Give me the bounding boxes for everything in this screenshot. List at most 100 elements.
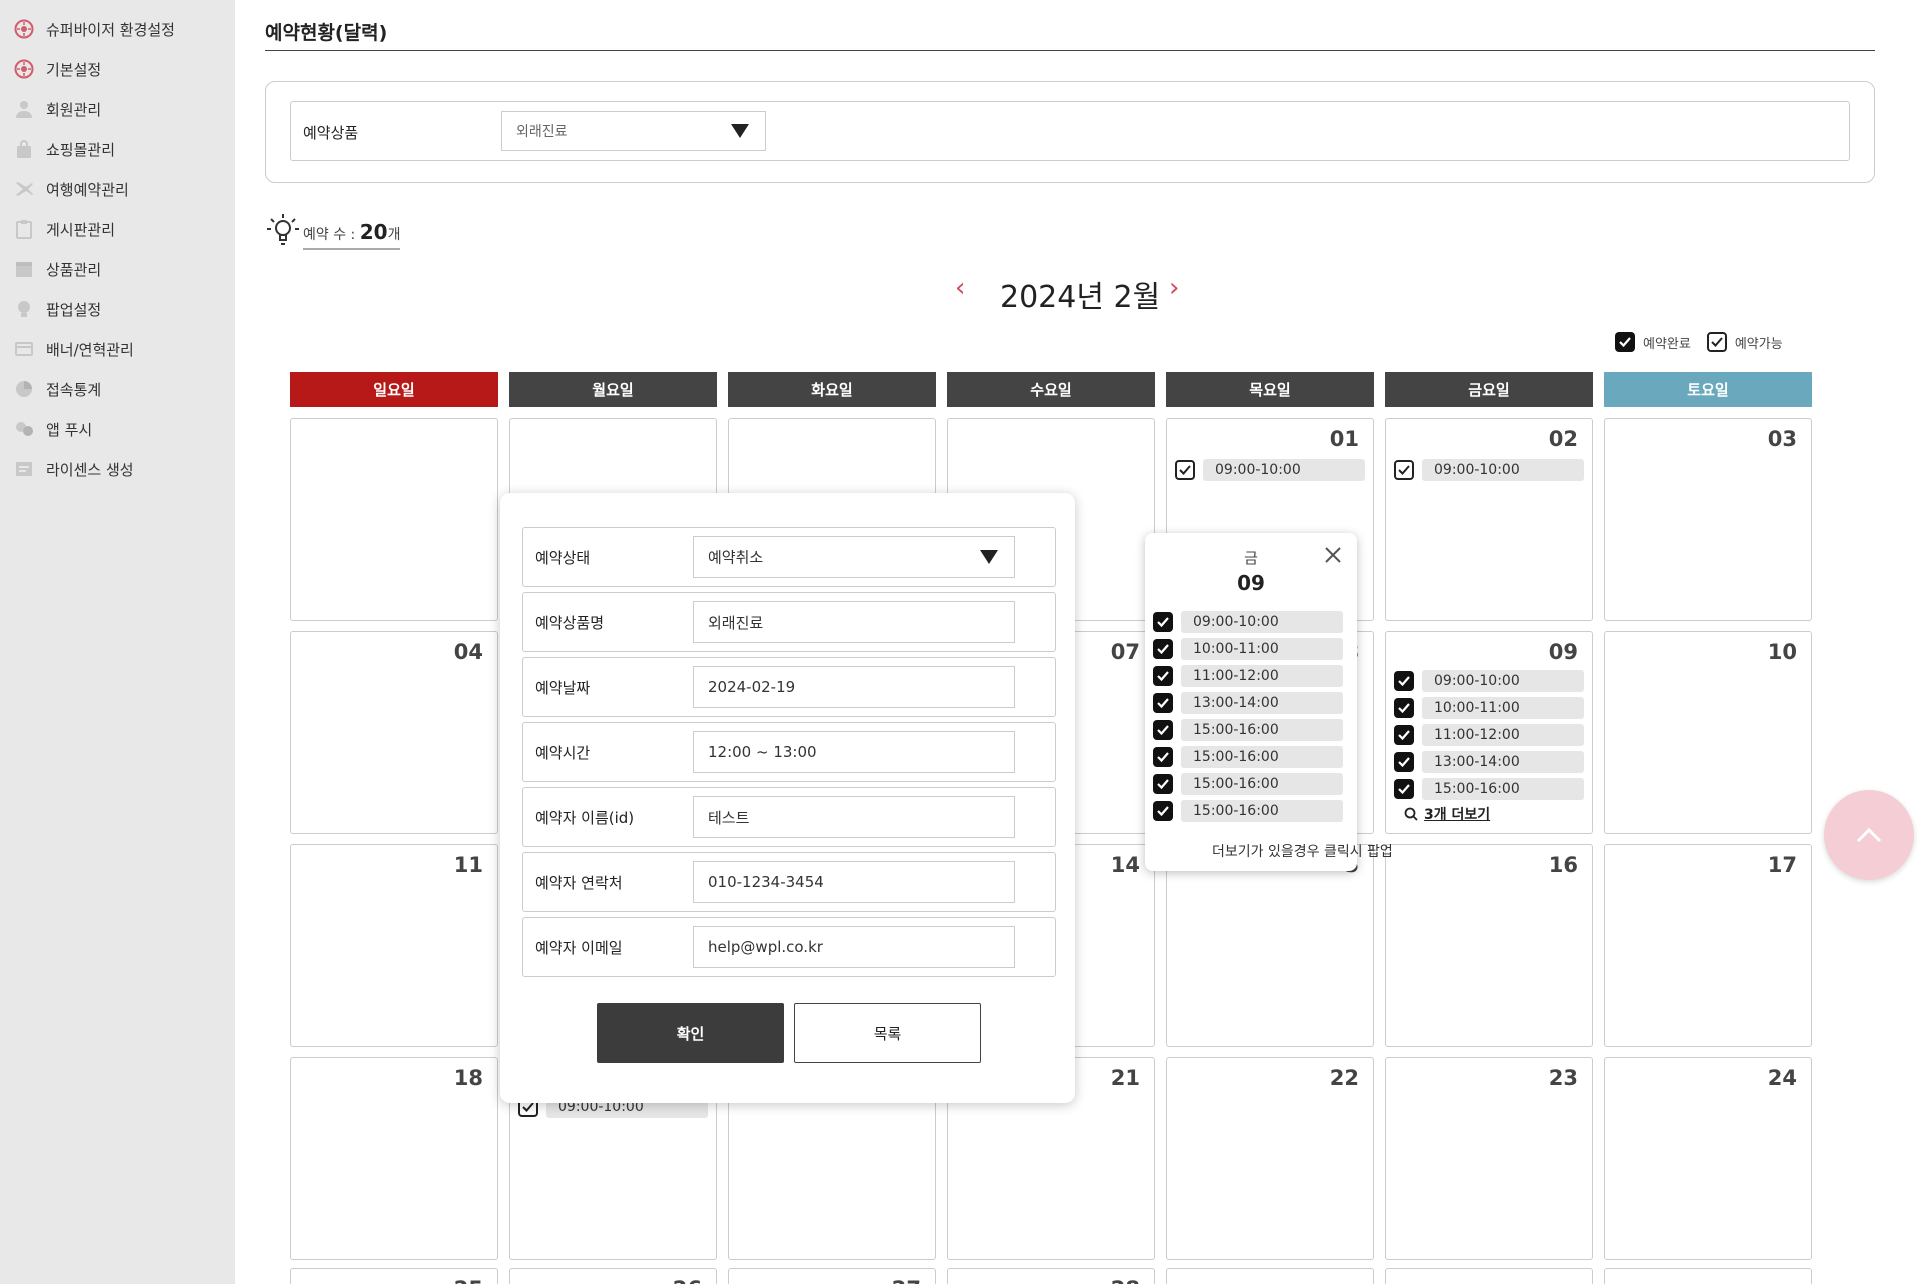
time-slot[interactable]: 09:00-10:00 (1394, 670, 1584, 692)
calendar-cell-04[interactable]: 04 (290, 631, 498, 834)
checkbox-filled-icon[interactable] (1153, 720, 1173, 740)
sidebar-item-label: 앱 푸시 (46, 420, 93, 439)
sidebar-item-supervisor-settings[interactable]: 슈퍼바이저 환경설정 (14, 17, 175, 41)
checkbox-filled-icon[interactable] (1153, 639, 1173, 659)
sidebar-item-products[interactable]: 상품관리 (14, 257, 101, 281)
bulb-icon (14, 299, 34, 319)
checkbox-filled-icon[interactable] (1394, 698, 1414, 718)
close-icon[interactable] (1323, 545, 1343, 565)
chevron-right-icon[interactable]: › (1169, 275, 1179, 301)
calendar-cell-empty (1385, 1268, 1593, 1284)
product-name-input[interactable]: 외래진료 (693, 601, 1015, 643)
calendar-cell-10[interactable]: 10 (1604, 631, 1812, 834)
sidebar-item-label: 상품관리 (46, 260, 102, 279)
time-slot[interactable]: 15:00-16:00 (1394, 778, 1584, 800)
status-select[interactable]: 예약취소 (693, 536, 1015, 578)
airplane-icon (14, 179, 34, 199)
calendar-cell-15[interactable]: 5 (1166, 844, 1374, 1047)
count-prefix: 예약 수 : (303, 227, 356, 243)
time-slot-label: 09:00-10:00 (1181, 611, 1343, 633)
day-number: 24 (1767, 1066, 1797, 1090)
checkbox-outline-icon[interactable] (1175, 460, 1195, 480)
popup-time-slot[interactable]: 15:00-16:00 (1153, 800, 1343, 822)
sidebar-item-travel[interactable]: 여행예약관리 (14, 177, 129, 201)
checkbox-filled-icon[interactable] (1153, 747, 1173, 767)
checkbox-filled-icon[interactable] (1153, 693, 1173, 713)
sidebar-item-label: 쇼핑몰관리 (46, 140, 116, 159)
popup-time-slot[interactable]: 13:00-14:00 (1153, 692, 1343, 714)
license-icon (14, 459, 34, 479)
sidebar-item-label: 팝업설정 (46, 300, 102, 319)
popup-time-slot[interactable]: 15:00-16:00 (1153, 773, 1343, 795)
scroll-top-button[interactable] (1824, 790, 1914, 880)
sidebar-item-members[interactable]: 회원관리 (14, 97, 101, 121)
checkbox-filled-icon[interactable] (1153, 666, 1173, 686)
calendar-cell-28[interactable]: 28 (947, 1268, 1155, 1284)
checkbox-filled-icon[interactable] (1394, 779, 1414, 799)
time-slot-label: 15:00-16:00 (1181, 800, 1343, 822)
time-slot[interactable]: 09:00-10:00 (1175, 459, 1365, 481)
product-select[interactable]: 외래진료 (501, 111, 766, 151)
popup-time-slot[interactable]: 10:00-11:00 (1153, 638, 1343, 660)
calendar-cell-25[interactable]: 25 (290, 1268, 498, 1284)
calendar-cell-26[interactable]: 26 (509, 1268, 717, 1284)
day-number: 27 (892, 1277, 921, 1284)
calendar-cell-18[interactable]: 18 (290, 1057, 498, 1260)
chevron-left-icon[interactable]: ‹ (955, 275, 965, 301)
calendar-cell-27[interactable]: 27 (728, 1268, 936, 1284)
time-input[interactable]: 12:00 ~ 13:00 (693, 731, 1015, 773)
day-number: 14 (1110, 853, 1140, 877)
calendar-cell-17[interactable]: 17 (1604, 844, 1812, 1047)
more-slots-link[interactable]: 3개 더보기 (1404, 804, 1490, 824)
calendar-cell-24[interactable]: 24 (1604, 1057, 1812, 1260)
checkbox-filled-icon[interactable] (1153, 801, 1173, 821)
calendar-cell-09[interactable]: 09 09:00-10:00 10:00-11:00 11:00-12:00 1… (1385, 631, 1593, 834)
calendar-cell-03[interactable]: 03 (1604, 418, 1812, 621)
day-number: 04 (453, 640, 483, 664)
sidebar-item-license[interactable]: 라이센스 생성 (14, 457, 134, 481)
calendar-cell-23[interactable]: 23 (1385, 1057, 1593, 1260)
form-row-time: 예약시간 12:00 ~ 13:00 (522, 722, 1056, 782)
sidebar-item-popup[interactable]: 팝업설정 (14, 297, 101, 321)
form-label: 예약상태 (535, 549, 591, 567)
time-slot-label: 09:00-10:00 (1203, 459, 1365, 481)
list-button[interactable]: 목록 (794, 1003, 981, 1063)
checkbox-filled-icon[interactable] (1153, 774, 1173, 794)
popup-time-slot[interactable]: 15:00-16:00 (1153, 719, 1343, 741)
date-input[interactable]: 2024-02-19 (693, 666, 1015, 708)
time-slot[interactable]: 11:00-12:00 (1394, 724, 1584, 746)
checkbox-filled-icon[interactable] (1153, 612, 1173, 632)
calendar-cell-22[interactable]: 22 (1166, 1057, 1374, 1260)
checkbox-outline-icon[interactable] (1394, 460, 1414, 480)
sidebar-item-shop[interactable]: 쇼핑몰관리 (14, 137, 115, 161)
form-label: 예약자 이메일 (535, 939, 623, 957)
sidebar-item-stats[interactable]: 접속통계 (14, 377, 101, 401)
confirm-button[interactable]: 확인 (597, 1003, 784, 1063)
time-slot[interactable]: 09:00-10:00 (1394, 459, 1584, 481)
sidebar-item-board[interactable]: 게시판관리 (14, 217, 115, 241)
day-number: 25 (454, 1277, 483, 1284)
calendar-cell-02[interactable]: 02 09:00-10:00 (1385, 418, 1593, 621)
weekday-header-sun: 일요일 (290, 372, 498, 407)
checkbox-filled-icon[interactable] (1394, 725, 1414, 745)
filter-row: 예약상품 외래진료 (290, 101, 1850, 161)
calendar-cell-16[interactable]: 16 (1385, 844, 1593, 1047)
time-slot[interactable]: 13:00-14:00 (1394, 751, 1584, 773)
popup-time-slot[interactable]: 11:00-12:00 (1153, 665, 1343, 687)
checkbox-filled-icon[interactable] (1394, 752, 1414, 772)
sidebar-item-app-push[interactable]: 앱 푸시 (14, 417, 92, 441)
calendar-cell-11[interactable]: 11 (290, 844, 498, 1047)
sidebar-item-banner[interactable]: 배너/연혁관리 (14, 337, 134, 361)
time-slot[interactable]: 10:00-11:00 (1394, 697, 1584, 719)
count-value: 20 (359, 220, 388, 244)
name-input[interactable]: 테스트 (693, 796, 1015, 838)
checkbox-filled-icon[interactable] (1394, 671, 1414, 691)
popup-time-slot[interactable]: 09:00-10:00 (1153, 611, 1343, 633)
phone-input[interactable]: 010-1234-3454 (693, 861, 1015, 903)
popup-time-slot[interactable]: 15:00-16:00 (1153, 746, 1343, 768)
weekday-header-tue: 화요일 (728, 372, 936, 407)
sidebar-item-label: 슈퍼바이저 환경설정 (46, 20, 175, 39)
day-number: 07 (1110, 640, 1140, 664)
email-input[interactable]: help@wpl.co.kr (693, 926, 1015, 968)
sidebar-item-basic-settings[interactable]: 기본설정 (14, 57, 101, 81)
